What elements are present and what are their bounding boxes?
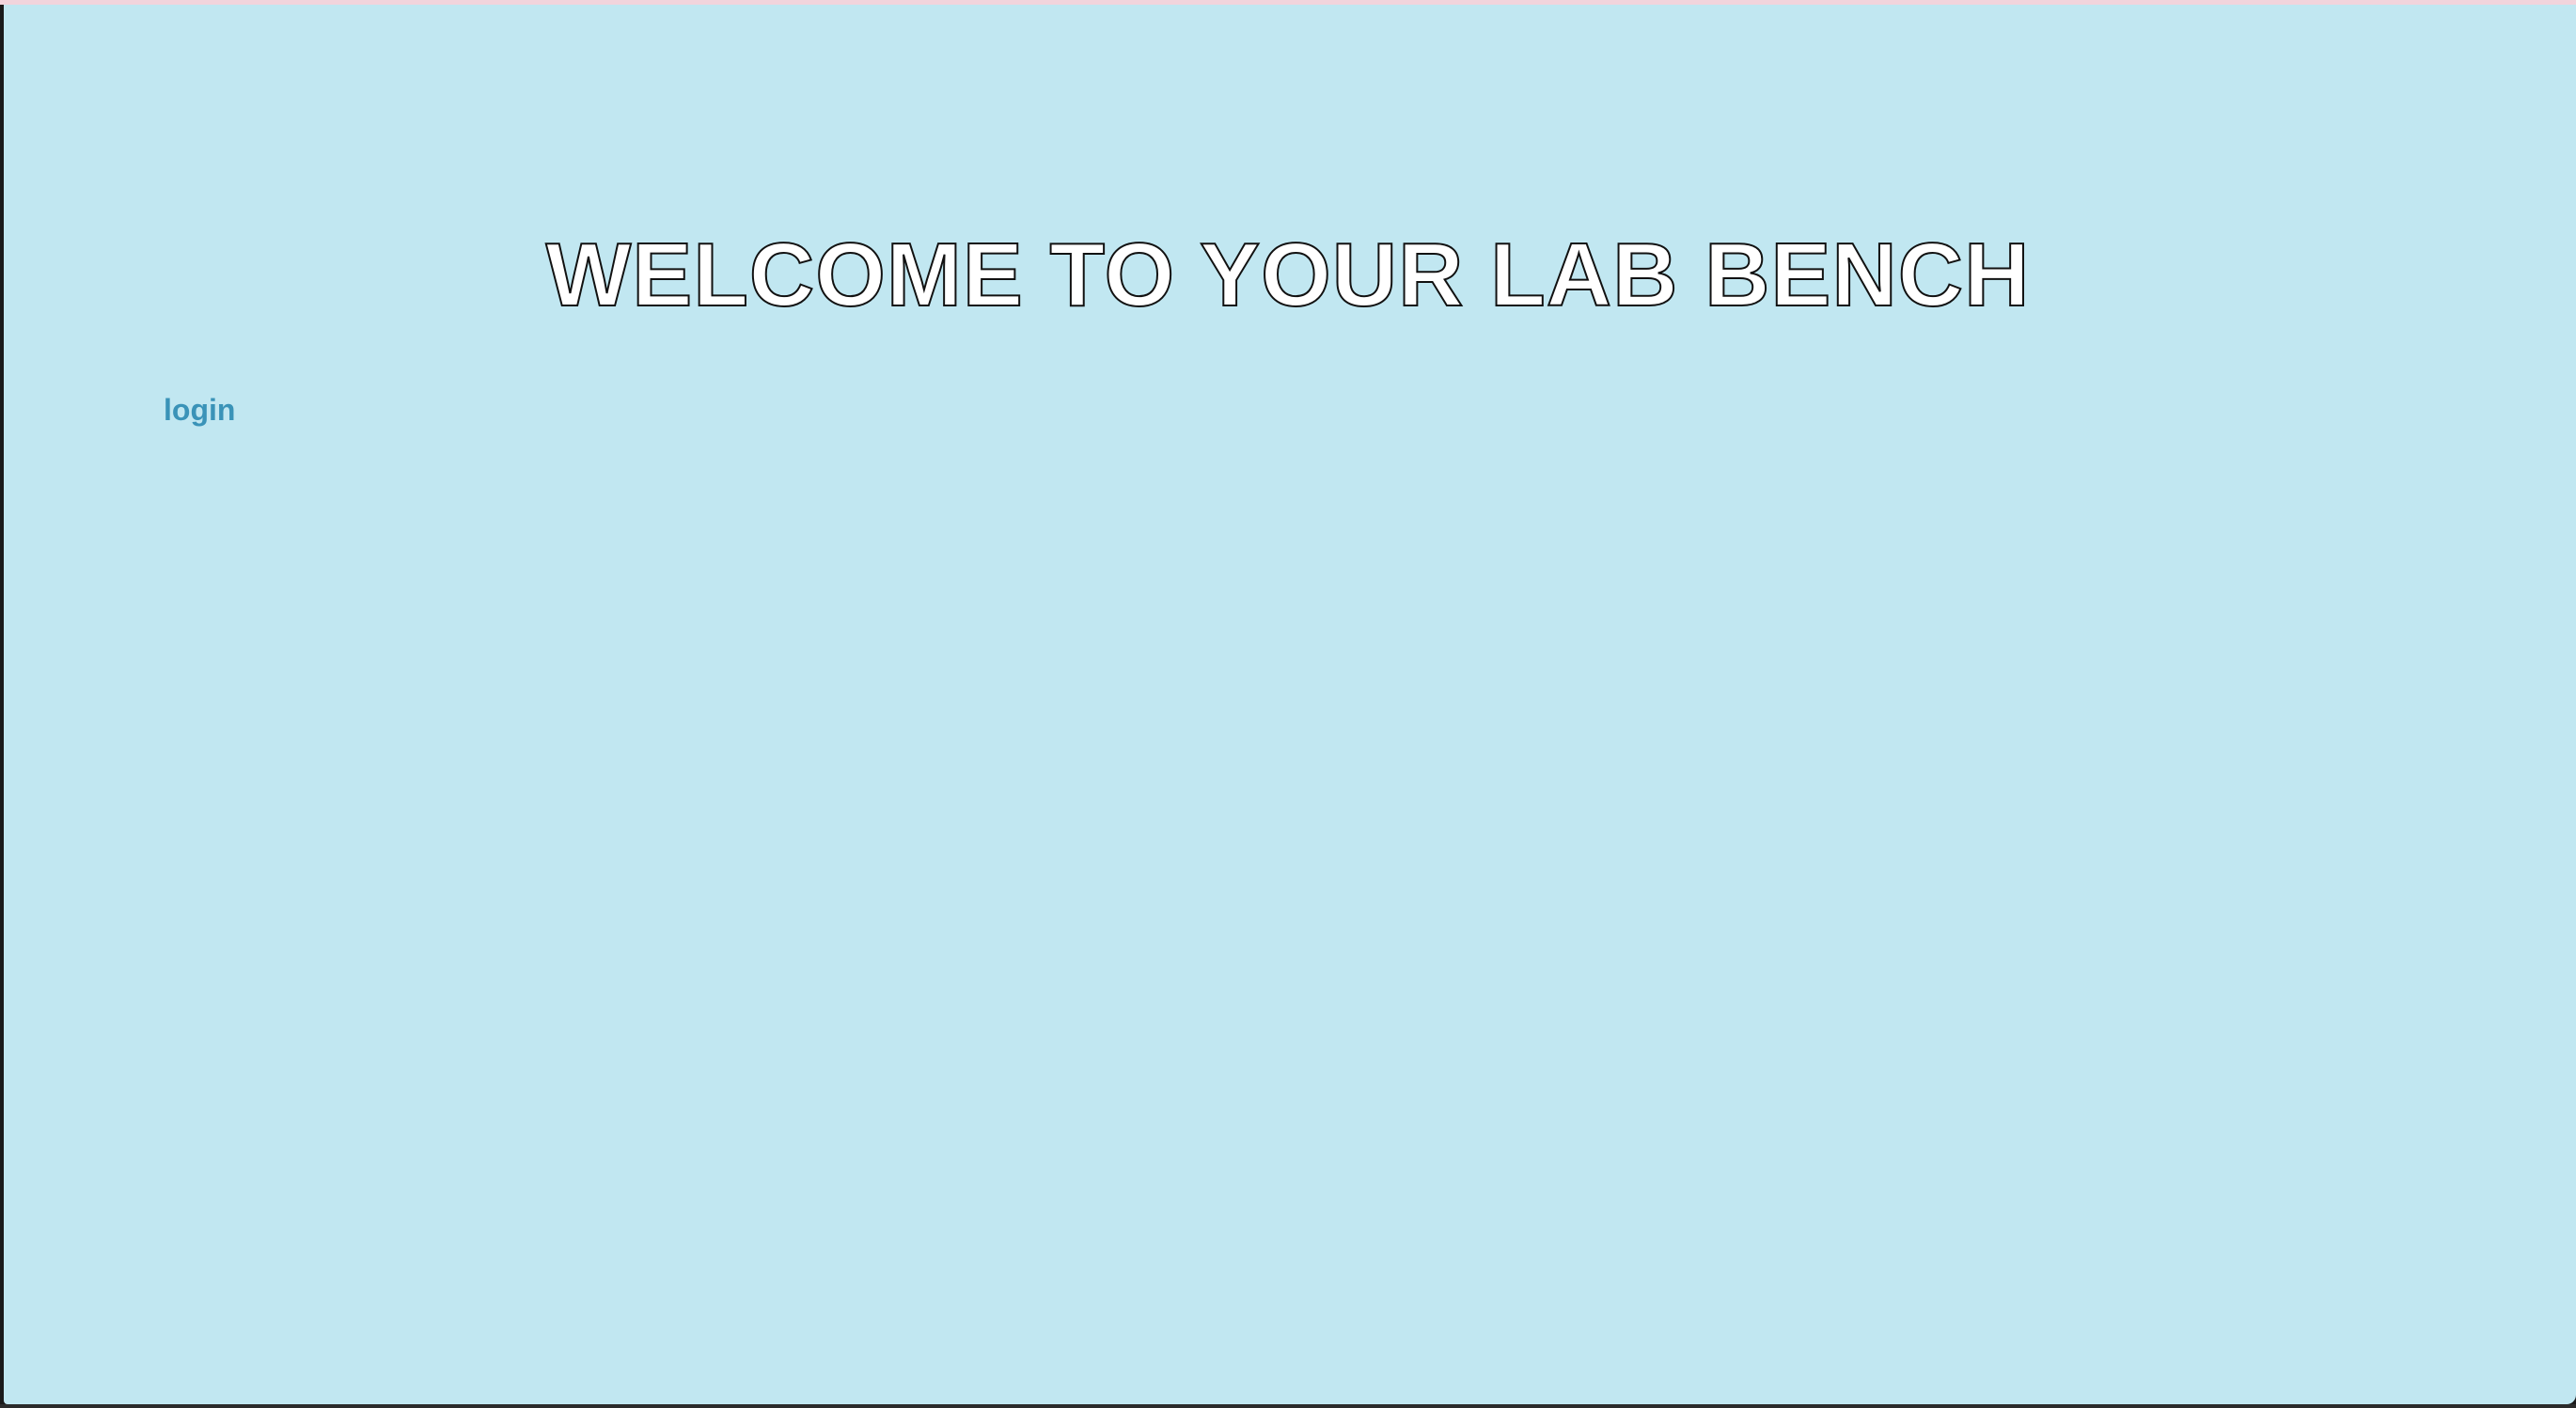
login-link[interactable]: login: [164, 391, 235, 429]
window-bottom-strip: [0, 1404, 2576, 1408]
page-content: [4, 5, 2576, 1404]
page-title: WELCOME TO YOUR LAB BENCH: [545, 224, 2031, 326]
browser-window: WELCOME TO YOUR LAB BENCH login: [0, 0, 2576, 1408]
